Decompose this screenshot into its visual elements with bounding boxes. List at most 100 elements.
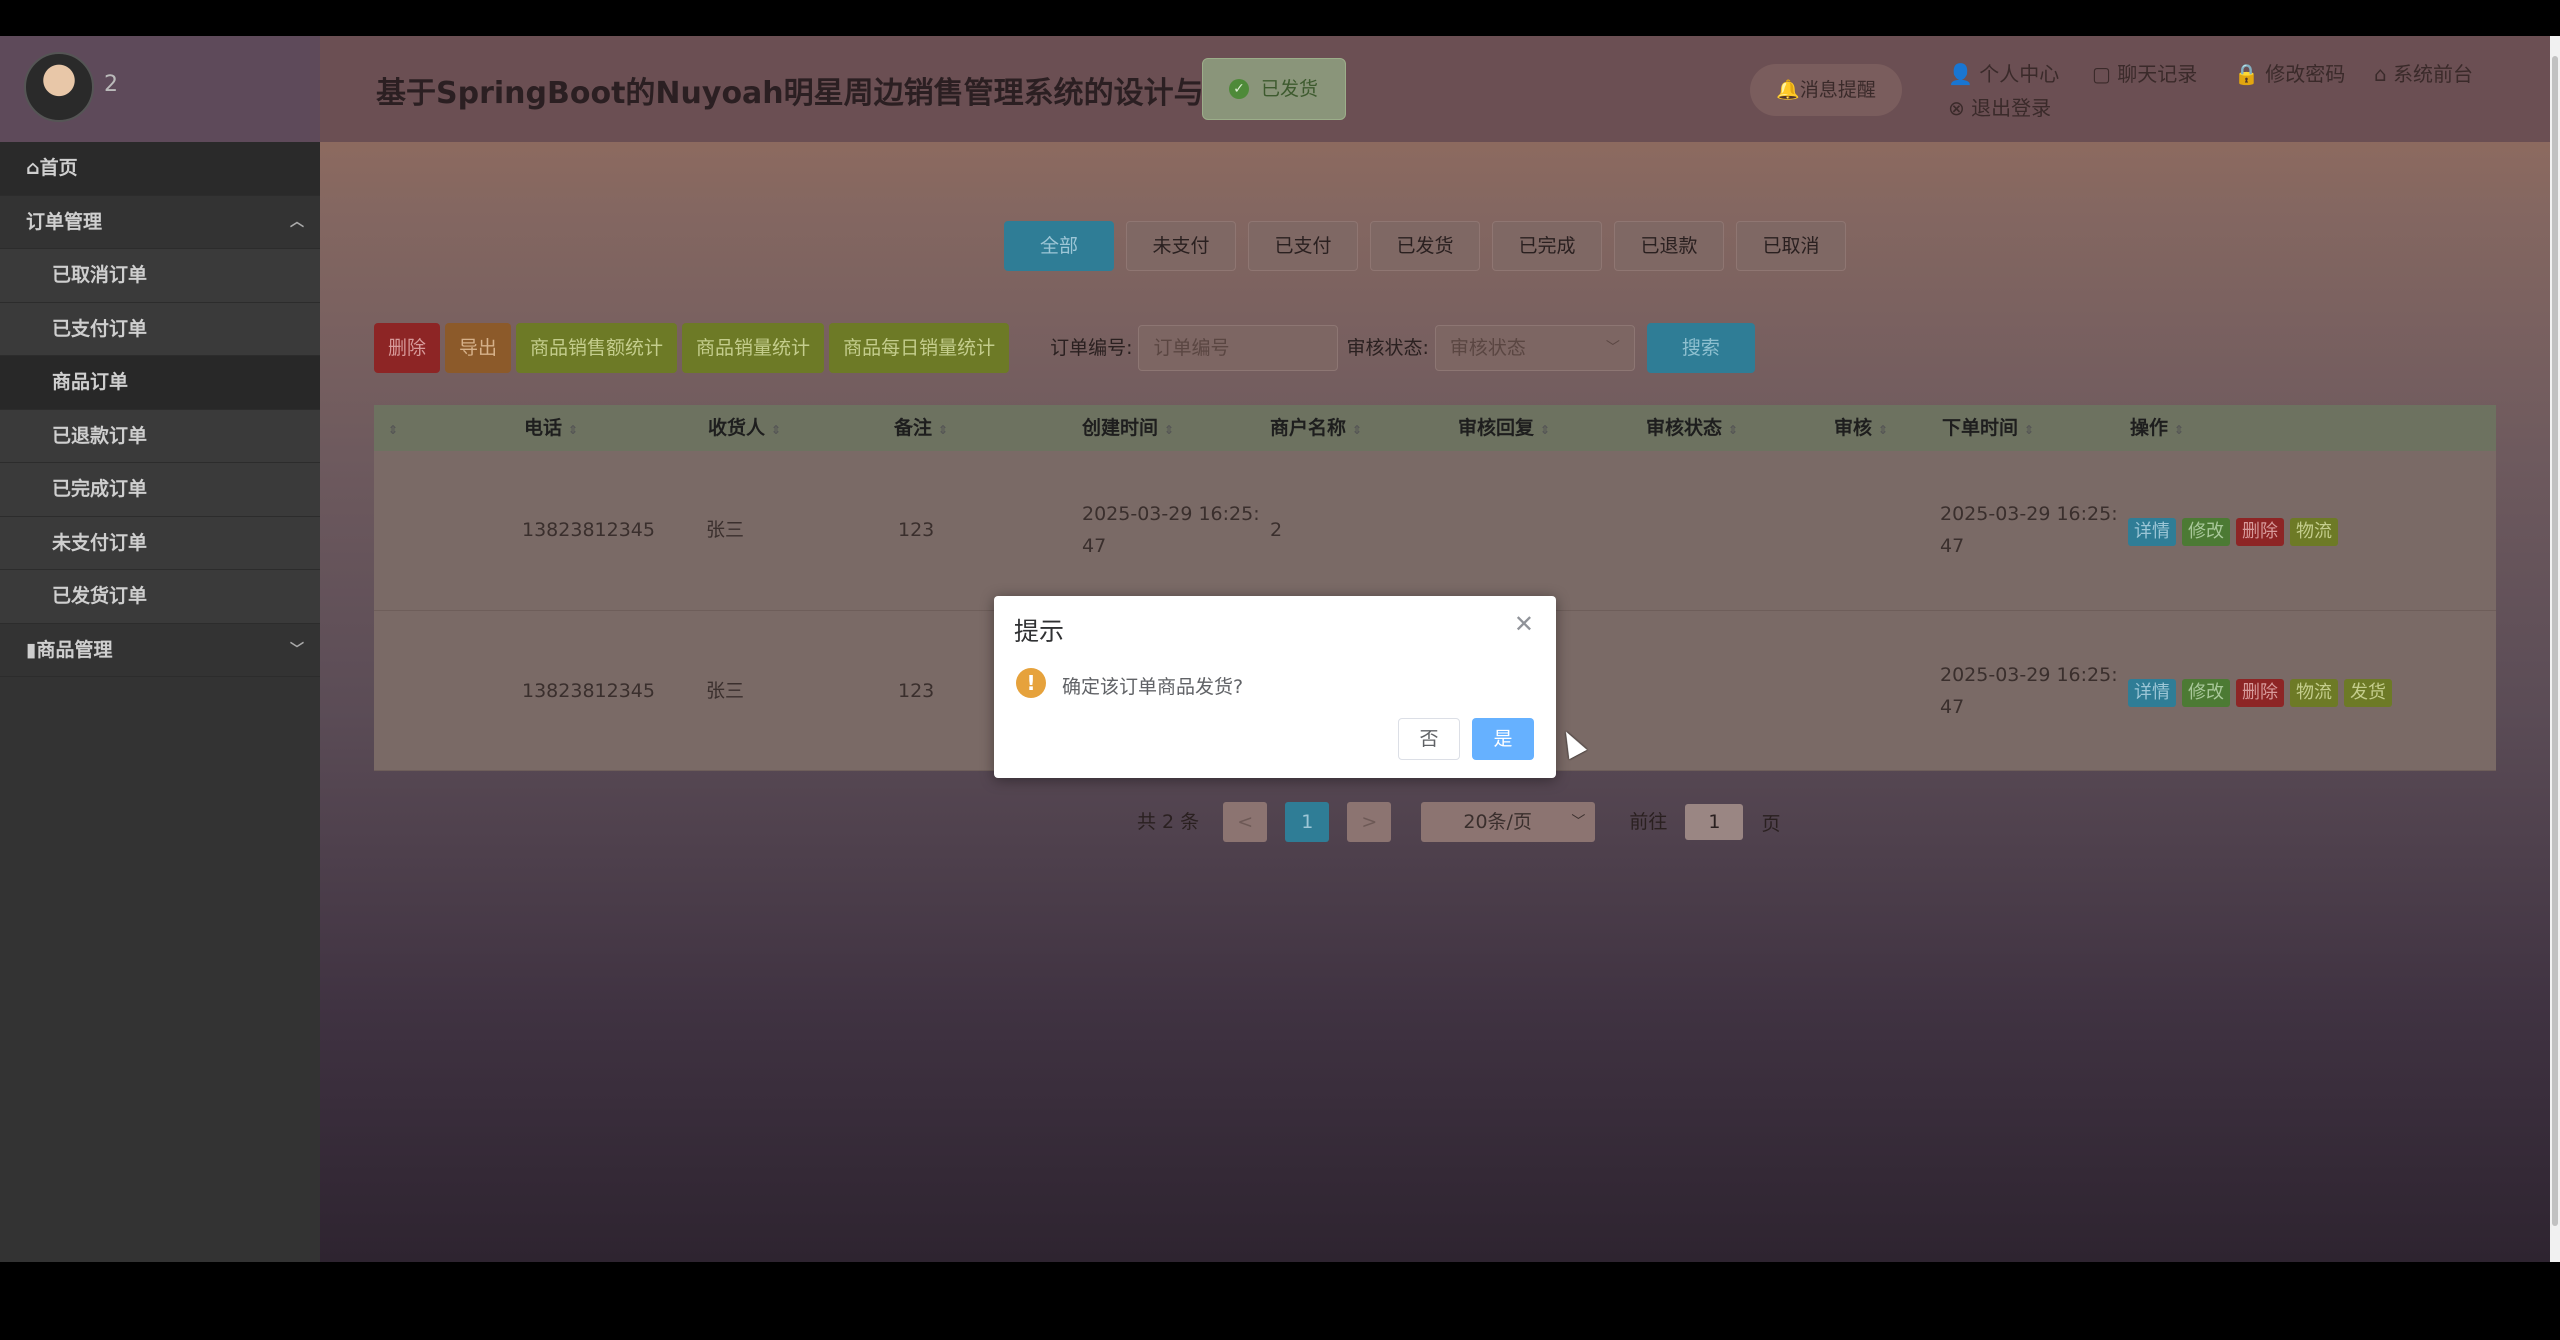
- col-label: 商户名称: [1270, 417, 1347, 439]
- scrollbar-thumb[interactable]: [2552, 56, 2558, 1226]
- sales-amount-stat-button[interactable]: 商品销售额统计: [516, 323, 678, 373]
- sidebar-item-refunded-orders[interactable]: 已退款订单: [0, 409, 320, 463]
- sidebar-item-label: 已支付订单: [52, 317, 148, 340]
- link-label: 退出登录: [1971, 96, 2052, 120]
- table-row[interactable]: 13823812345 张三 123 2025-03-29 16:25: 47 …: [374, 451, 2496, 611]
- site-title: 基于SpringBoot的Nuyoah明星周边销售管理系统的设计与实现: [376, 76, 1264, 111]
- personal-center-link[interactable]: 👤 个人中心: [1948, 58, 2059, 87]
- sidebar-item-paid-orders[interactable]: 已支付订单: [0, 302, 320, 356]
- link-label: 聊天记录: [2117, 62, 2198, 86]
- delete-row-button[interactable]: 删除: [2236, 679, 2284, 707]
- front-site-link[interactable]: ⌂ 系统前台: [2374, 58, 2473, 87]
- tab-completed[interactable]: 已完成: [1492, 221, 1602, 271]
- col-phone[interactable]: 电话 ⇕: [524, 405, 578, 451]
- col-actions[interactable]: 操作 ⇕: [2130, 405, 2184, 451]
- col-audit-reply[interactable]: 审核回复 ⇕: [1458, 405, 1550, 451]
- pagination: 共 2 条 < 1 > 20条/页 ﹀ 前往 1 页: [1137, 802, 1781, 842]
- confirm-button[interactable]: 是: [1472, 718, 1534, 760]
- link-label: 修改密码: [2265, 62, 2346, 86]
- next-page-button[interactable]: >: [1347, 802, 1392, 842]
- bell-icon: 🔔: [1776, 79, 1800, 101]
- col-label: 审核回复: [1458, 417, 1535, 439]
- col-merchant[interactable]: 商户名称 ⇕: [1270, 405, 1362, 451]
- sidebar-group-orders[interactable]: 订单管理 ︿: [0, 196, 320, 249]
- col-label: 创建时间: [1082, 417, 1159, 439]
- cell-merchant: 2: [1270, 519, 1283, 541]
- sidebar: 2 ⌂首页 订单管理 ︿ 已取消订单 已支付订单 商品订单 已退款订单 已完成订…: [0, 36, 320, 1262]
- page-size-select[interactable]: 20条/页 ﹀: [1421, 802, 1596, 842]
- sidebar-item-completed-orders[interactable]: 已完成订单: [0, 463, 320, 517]
- detail-button[interactable]: 详情: [2128, 679, 2176, 707]
- col-label: 电话: [524, 417, 563, 439]
- notify-button[interactable]: 🔔消息提醒: [1750, 64, 1902, 116]
- user-bar: 2: [0, 36, 320, 142]
- confirm-dialog: 提示 ✕ ! 确定该订单商品发货? 否 是: [994, 596, 1556, 778]
- sidebar-item-unpaid-orders[interactable]: 未支付订单: [0, 516, 320, 570]
- table-header: ⇕ 电话 ⇕ 收货人 ⇕ 备注 ⇕ 创建时间 ⇕ 商户名称 ⇕ 审核回复 ⇕ 审核状态 ⇕ 审…: [374, 405, 2496, 451]
- notify-label: 消息提醒: [1799, 79, 1876, 101]
- col-order-time[interactable]: 下单时间 ⇕: [1942, 405, 2034, 451]
- delete-row-button[interactable]: 删除: [2236, 518, 2284, 546]
- col-label: 审核: [1834, 417, 1873, 439]
- cell-remark: 123: [898, 519, 935, 541]
- tab-paid[interactable]: 已支付: [1248, 221, 1358, 271]
- col-audit[interactable]: 审核 ⇕: [1834, 405, 1888, 451]
- chevron-down-icon: ﹀: [290, 641, 304, 658]
- search-button[interactable]: 搜索: [1646, 323, 1755, 373]
- toast-text: 已发货: [1261, 78, 1319, 100]
- col-receiver[interactable]: 收货人 ⇕: [708, 405, 781, 451]
- sort-icon[interactable]: ⇕: [382, 405, 398, 451]
- app-frame: 2 ⌂首页 订单管理 ︿ 已取消订单 已支付订单 商品订单 已退款订单 已完成订…: [0, 36, 2560, 1262]
- col-audit-status[interactable]: 审核状态 ⇕: [1646, 405, 1738, 451]
- chat-history-link[interactable]: ▢ 聊天记录: [2092, 58, 2197, 87]
- col-label: 操作: [2130, 417, 2169, 439]
- detail-button[interactable]: 详情: [2128, 518, 2176, 546]
- edit-button[interactable]: 修改: [2182, 518, 2230, 546]
- edit-button[interactable]: 修改: [2182, 679, 2230, 707]
- col-label: 收货人: [708, 417, 766, 439]
- audit-status-select[interactable]: 审核状态 ﹀: [1434, 325, 1635, 371]
- sidebar-group-goods[interactable]: ▮商品管理 ﹀: [0, 624, 320, 677]
- cell-receiver: 张三: [706, 680, 745, 702]
- page-1-button[interactable]: 1: [1285, 802, 1330, 842]
- sales-volume-stat-button[interactable]: 商品销量统计: [682, 323, 825, 373]
- sidebar-item-cancelled-orders[interactable]: 已取消订单: [0, 249, 320, 303]
- sort-icon: ⇕: [938, 423, 949, 437]
- sidebar-item-shipped-orders[interactable]: 已发货订单: [0, 570, 320, 624]
- tab-unpaid[interactable]: 未支付: [1126, 221, 1236, 271]
- close-icon[interactable]: ✕: [1514, 610, 1534, 638]
- tab-shipped[interactable]: 已发货: [1370, 221, 1480, 271]
- chevron-down-icon: ﹀: [1605, 340, 1620, 356]
- page-unit-label: 页: [1761, 812, 1781, 835]
- order-no-input[interactable]: 订单编号: [1138, 325, 1339, 371]
- delete-button[interactable]: 删除: [374, 323, 441, 373]
- close-circle-icon: ⊗: [1948, 96, 1965, 120]
- top-bar: 基于SpringBoot的Nuyoah明星周边销售管理系统的设计与实现 ✓ 已发…: [320, 36, 2550, 142]
- sidebar-group-label: 订单管理: [26, 210, 103, 233]
- chat-icon: ▢: [2092, 62, 2111, 86]
- col-remark[interactable]: 备注 ⇕: [894, 405, 948, 451]
- logout-link[interactable]: ⊗ 退出登录: [1948, 92, 2051, 121]
- change-password-link[interactable]: 🔒 修改密码: [2234, 58, 2345, 87]
- scrollbar[interactable]: [2550, 36, 2560, 1262]
- avatar[interactable]: [24, 52, 94, 122]
- logistics-button[interactable]: 物流: [2290, 679, 2338, 707]
- prev-page-button[interactable]: <: [1223, 802, 1268, 842]
- select-placeholder: 审核状态: [1449, 337, 1526, 359]
- sidebar-item-goods-orders[interactable]: 商品订单: [0, 356, 320, 410]
- tab-cancelled[interactable]: 已取消: [1736, 221, 1846, 271]
- daily-sales-stat-button[interactable]: 商品每日销量统计: [829, 323, 1010, 373]
- col-created[interactable]: 创建时间 ⇕: [1082, 405, 1174, 451]
- tab-refunded[interactable]: 已退款: [1614, 221, 1724, 271]
- export-button[interactable]: 导出: [445, 323, 512, 373]
- cell-receiver: 张三: [706, 519, 745, 541]
- ship-button[interactable]: 发货: [2344, 679, 2392, 707]
- goto-page-input[interactable]: 1: [1685, 804, 1744, 840]
- cancel-button[interactable]: 否: [1398, 718, 1460, 760]
- cell-order-time: 2025-03-29 16:25:: [1940, 503, 2118, 525]
- username: 2: [104, 72, 118, 97]
- logistics-button[interactable]: 物流: [2290, 518, 2338, 546]
- cell-order-time-cont: 47: [1940, 535, 1965, 557]
- tab-all[interactable]: 全部: [1004, 221, 1114, 271]
- sidebar-item-home[interactable]: ⌂首页: [0, 142, 320, 196]
